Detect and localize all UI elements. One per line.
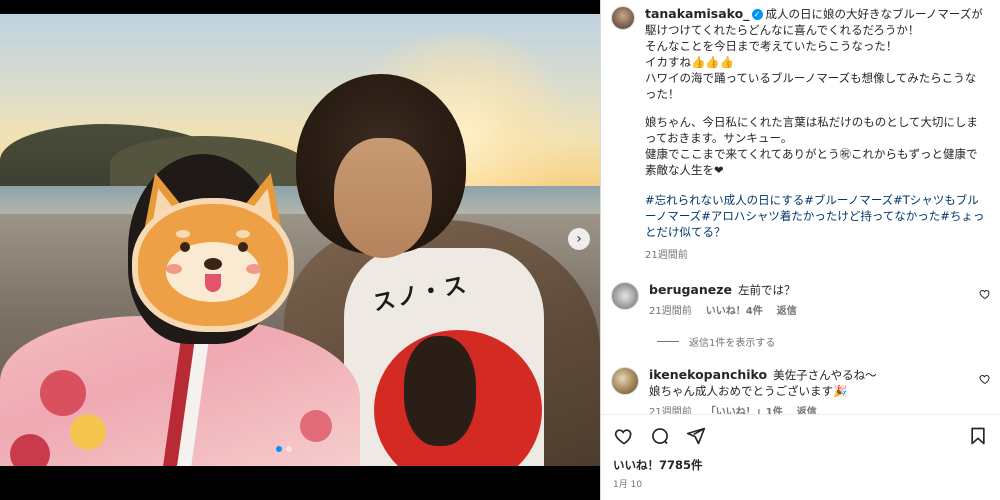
commenter-username[interactable]: ikenekopanchiko bbox=[649, 367, 767, 382]
author-avatar[interactable] bbox=[611, 6, 635, 30]
verified-badge-icon: ✓ bbox=[751, 9, 763, 20]
share-button[interactable] bbox=[685, 425, 707, 447]
save-button[interactable] bbox=[967, 425, 989, 447]
comment-like-heart-icon[interactable] bbox=[979, 288, 991, 300]
post-actions-bar: いいね！7785件 1月 10 bbox=[601, 414, 1000, 500]
comment-time-ago[interactable]: 21週間前 bbox=[649, 405, 692, 414]
bookmark-icon bbox=[971, 427, 985, 445]
post-side-panel: tanakamisako_ ✓ 成人の日に娘の大好きなブルーノマーズが駆けつけてくれ… bbox=[600, 0, 1000, 500]
like-button[interactable] bbox=[613, 425, 635, 447]
likes-count[interactable]: いいね！7785件 bbox=[613, 457, 989, 473]
comment-like-heart-icon[interactable] bbox=[979, 373, 991, 385]
dog-face-sticker bbox=[129, 166, 297, 332]
caption-line-7: 健康でここまで来てくれてありがとう㊗これからもずっと健康で素敵な人生を❤ bbox=[645, 147, 978, 177]
post-photo: スノ・ス bbox=[0, 14, 600, 466]
commenter-username[interactable]: beruganeze bbox=[649, 282, 732, 297]
author-username[interactable]: tanakamisako_ bbox=[645, 6, 750, 21]
comment-likes[interactable]: 「いいね！」1件 bbox=[706, 405, 783, 414]
chevron-right-icon: › bbox=[576, 231, 582, 247]
post-time-ago[interactable]: 21週間前 bbox=[645, 248, 985, 264]
carousel-dot bbox=[286, 446, 292, 452]
commenter-avatar[interactable] bbox=[611, 367, 639, 395]
comment-item: beruganeze 左前では？ 21週間前 いいね！4件 返信 bbox=[611, 282, 1000, 320]
heart-icon bbox=[614, 429, 632, 445]
caption-line-6: 娘ちゃん、今日私にくれた言葉は私だけのものとして大切にしまっておきます。サンキュ… bbox=[645, 115, 978, 145]
comment-text: 美佐子さんやるね〜 bbox=[773, 368, 877, 382]
view-replies-button[interactable]: 返信1件を表示する bbox=[657, 334, 1000, 349]
caption-hashtags[interactable]: #忘れられない成人の日にする#ブルーノマーズ#Tシャツもブルーノマーズ#アロハシ… bbox=[645, 192, 985, 240]
person-right-face bbox=[334, 138, 432, 258]
comments-scroll-area[interactable]: tanakamisako_ ✓ 成人の日に娘の大好きなブルーノマーズが駆けつけてくれ… bbox=[601, 0, 1000, 414]
caption-line-2: そんなことを今日まで考えていたらこうなった！ bbox=[645, 39, 898, 53]
comment-item: ikenekopanchiko 美佐子さんやるね〜 娘ちゃん成人おめでとうございま… bbox=[611, 367, 1000, 414]
next-image-button[interactable]: › bbox=[568, 228, 590, 250]
comment-text: 左前では？ bbox=[738, 283, 796, 297]
comment-reply-button[interactable]: 返信 bbox=[777, 304, 797, 320]
post-media: スノ・ス › bbox=[0, 0, 600, 500]
post-date[interactable]: 1月 10 bbox=[613, 477, 989, 490]
commenter-avatar[interactable] bbox=[611, 282, 639, 310]
post-caption: tanakamisako_ ✓ 成人の日に娘の大好きなブルーノマーズが駆けつけてくれ… bbox=[611, 0, 1000, 264]
comment-icon bbox=[652, 428, 668, 445]
carousel-indicator bbox=[276, 446, 292, 452]
caption-line-4: ハワイの海で踊っているブルーノマーズも想像してみたらこうなった！ bbox=[645, 71, 977, 101]
caption-line-3: イカすね👍👍👍 bbox=[645, 55, 734, 69]
comment-likes[interactable]: いいね！4件 bbox=[706, 304, 763, 320]
instagram-post-view: スノ・ス › tanakamisako_ ✓ 成人の日に娘の大好きなブルーノマー… bbox=[0, 0, 1000, 500]
share-icon bbox=[686, 427, 706, 445]
comment-time-ago[interactable]: 21週間前 bbox=[649, 304, 692, 320]
carousel-dot-active bbox=[276, 446, 282, 452]
comment-button[interactable] bbox=[649, 425, 671, 447]
comment-text-line-2: 娘ちゃん成人おめでとうございます🎉 bbox=[649, 384, 848, 398]
comment-reply-button[interactable]: 返信 bbox=[797, 405, 817, 414]
